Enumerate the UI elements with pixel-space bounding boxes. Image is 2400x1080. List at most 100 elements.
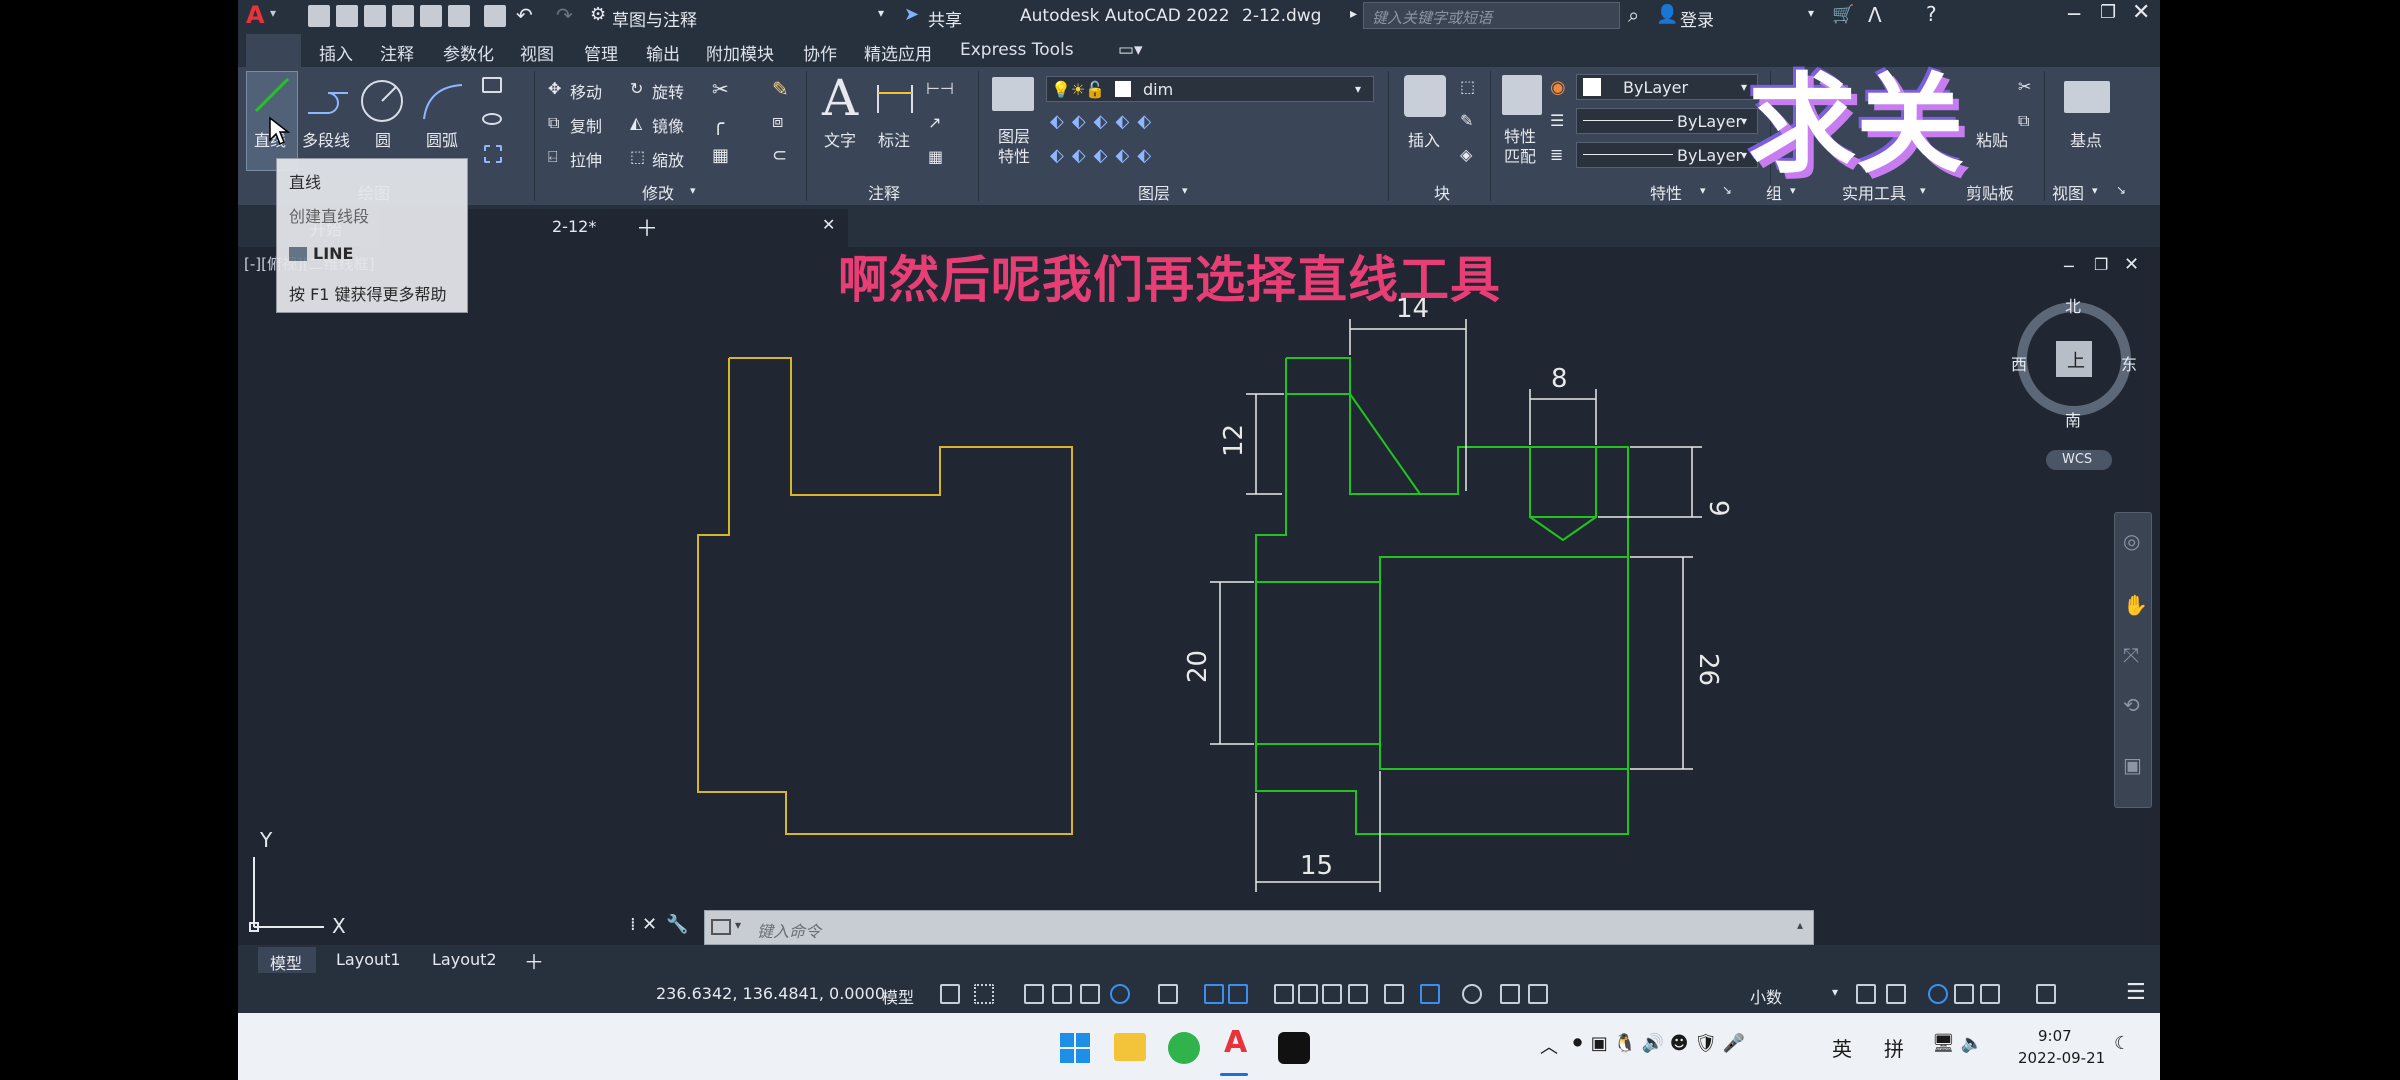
- match-properties-button[interactable]: 特性 匹配: [1504, 127, 1536, 167]
- lock-ui-icon[interactable]: [1886, 984, 1906, 1004]
- viewcube-top-face[interactable]: 上: [2067, 347, 2085, 373]
- open-file-icon[interactable]: [336, 5, 358, 27]
- command-settings-icon[interactable]: 🔧: [666, 914, 688, 935]
- search-icon[interactable]: ⌕: [1628, 3, 1639, 27]
- notification-icon[interactable]: ☾: [2114, 1033, 2130, 1054]
- tab-addins[interactable]: 附加模块: [706, 40, 774, 65]
- login-chevron-icon[interactable]: ▾: [1808, 6, 1814, 20]
- tab-express-tools[interactable]: Express Tools: [960, 40, 1074, 60]
- polar-tracking-icon[interactable]: [1110, 984, 1130, 1004]
- tab-view[interactable]: 视图: [520, 40, 554, 65]
- tab-parametric[interactable]: 参数化: [443, 40, 494, 65]
- view-dialog-launcher-icon[interactable]: ↘: [2116, 183, 2126, 197]
- autocad-taskbar-icon[interactable]: A: [1224, 1025, 1247, 1060]
- tray-apps-icons[interactable]: ⚫ ▣ 🐧 🔊 ☻ 🛡 🎤: [1570, 1033, 1745, 1054]
- isometric-icon[interactable]: [1158, 984, 1178, 1004]
- share-icon[interactable]: ➤: [904, 4, 919, 25]
- customization-menu-icon[interactable]: ☰: [2126, 980, 2146, 1005]
- object-snap-tracking-icon[interactable]: [1204, 984, 1224, 1004]
- copy-icon[interactable]: ⧉: [548, 113, 559, 133]
- annotation-settings-icon[interactable]: [1462, 984, 1482, 1004]
- text-button[interactable]: 文字: [824, 127, 856, 151]
- network-volume-icons[interactable]: 🖥 🔈: [1932, 1033, 1983, 1054]
- help-icon[interactable]: ?: [1926, 2, 1937, 26]
- layer-tools-row-1[interactable]: ⬖⬖⬖⬖⬖: [1050, 111, 1159, 132]
- search-input[interactable]: 键入关键字或短语: [1363, 2, 1620, 29]
- layer-tools-row-2[interactable]: ⬖⬖⬖⬖⬖: [1050, 145, 1159, 166]
- hatch-icon[interactable]: [484, 145, 502, 163]
- ellipse-icon[interactable]: [482, 113, 502, 125]
- command-history-icon[interactable]: [711, 919, 731, 935]
- wcs-menu[interactable]: WCS: [2046, 450, 2112, 470]
- save-icon[interactable]: [364, 5, 386, 27]
- rotate-button[interactable]: 旋转: [652, 79, 684, 103]
- rotate-icon[interactable]: ↻: [630, 79, 643, 98]
- properties-panel-label[interactable]: 特性: [1650, 180, 1682, 204]
- move-button[interactable]: 移动: [570, 79, 602, 103]
- lineweight-dropdown[interactable]: ByLayer ▾: [1576, 142, 1758, 168]
- scale-button[interactable]: 缩放: [652, 147, 684, 171]
- rectangle-icon[interactable]: [482, 77, 502, 93]
- tab-model[interactable]: 模型: [258, 947, 316, 973]
- edit-block-icon[interactable]: ✎: [1460, 111, 1473, 130]
- command-history-chevron-icon[interactable]: ▾: [735, 918, 741, 932]
- redo-icon[interactable]: ↷: [556, 3, 573, 27]
- transparency-icon[interactable]: [1298, 984, 1318, 1004]
- linetype-dropdown[interactable]: ByLayer ▾: [1576, 108, 1758, 134]
- mirror-button[interactable]: 镜像: [652, 113, 684, 137]
- share-button[interactable]: 共享: [928, 6, 962, 31]
- dimension-button[interactable]: 标注: [878, 127, 910, 151]
- ime-english[interactable]: 英: [1832, 1033, 1852, 1062]
- units-chevron-icon[interactable]: ▾: [1832, 985, 1838, 999]
- tab-insert[interactable]: 插入: [319, 40, 353, 65]
- gizmo-icon[interactable]: [1420, 984, 1440, 1004]
- circle-icon[interactable]: [358, 77, 406, 125]
- copy-clip-icon[interactable]: ⧉: [2018, 111, 2029, 131]
- stretch-button[interactable]: 拉伸: [570, 147, 602, 171]
- move-icon[interactable]: ✥: [548, 79, 561, 98]
- match-properties-icon[interactable]: [1502, 75, 1542, 115]
- capcut-icon[interactable]: [1278, 1032, 1310, 1064]
- layer-properties-button[interactable]: 图层 特性: [998, 127, 1030, 167]
- table-icon[interactable]: ▦: [928, 147, 943, 166]
- dimension-icon[interactable]: [874, 79, 916, 119]
- layers-panel-chevron-icon[interactable]: ▾: [1182, 184, 1188, 197]
- layer-properties-icon[interactable]: [992, 77, 1034, 111]
- search-expand-icon[interactable]: ▸: [1350, 6, 1357, 22]
- drawing-canvas[interactable]: [-][俯视][二维线框] ─ ❐ ✕: [238, 247, 2160, 945]
- dynamic-input-icon[interactable]: [1052, 984, 1072, 1004]
- explode-icon[interactable]: ⧈: [772, 111, 783, 132]
- workspace-selector[interactable]: 草图与注释: [612, 6, 697, 31]
- web-open-icon[interactable]: [420, 5, 442, 27]
- view-panel-chevron-icon[interactable]: ▾: [2092, 184, 2098, 197]
- autodesk-a-icon[interactable]: Ʌ: [1868, 3, 1882, 27]
- web-save-icon[interactable]: [448, 5, 470, 27]
- isolate-objects-icon[interactable]: [1928, 984, 1948, 1004]
- layers-panel-label[interactable]: 图层: [1138, 180, 1170, 204]
- tab-layout1[interactable]: Layout1: [336, 950, 401, 969]
- viewcube-north[interactable]: 北: [2065, 293, 2081, 317]
- block-attributes-icon[interactable]: ◈: [1460, 145, 1472, 164]
- erase-icon[interactable]: ✎: [772, 77, 789, 101]
- workspace-chevron-icon[interactable]: ▾: [878, 6, 884, 20]
- base-view-button[interactable]: 基点: [2070, 127, 2102, 151]
- array-icon[interactable]: ▦: [712, 145, 729, 166]
- ortho-icon[interactable]: [1080, 984, 1100, 1004]
- object-snap-icon[interactable]: [1228, 984, 1248, 1004]
- leader-icon[interactable]: ↗: [928, 113, 941, 132]
- user-icon[interactable]: 👤: [1656, 4, 1678, 25]
- new-tab-icon[interactable]: ＋: [636, 211, 658, 243]
- clock-date[interactable]: 2022-09-21: [2018, 1049, 2105, 1067]
- lineweight-icon[interactable]: ≣: [1550, 145, 1563, 164]
- infer-constraints-icon[interactable]: [1024, 984, 1044, 1004]
- color-dropdown[interactable]: ByLayer ▾: [1576, 74, 1758, 100]
- login-button[interactable]: 登录: [1680, 6, 1714, 31]
- paste-button[interactable]: 粘贴: [1976, 127, 2008, 151]
- command-expand-icon[interactable]: ▴: [1797, 918, 1803, 932]
- tab-annotate[interactable]: 注释: [380, 40, 414, 65]
- pan-icon[interactable]: ✋: [2123, 593, 2148, 617]
- fullscreen-icon[interactable]: [2036, 984, 2056, 1004]
- cart-icon[interactable]: 🛒: [1832, 4, 1854, 25]
- clock-time[interactable]: 9:07: [2038, 1027, 2072, 1045]
- insert-block-icon[interactable]: [1404, 75, 1446, 117]
